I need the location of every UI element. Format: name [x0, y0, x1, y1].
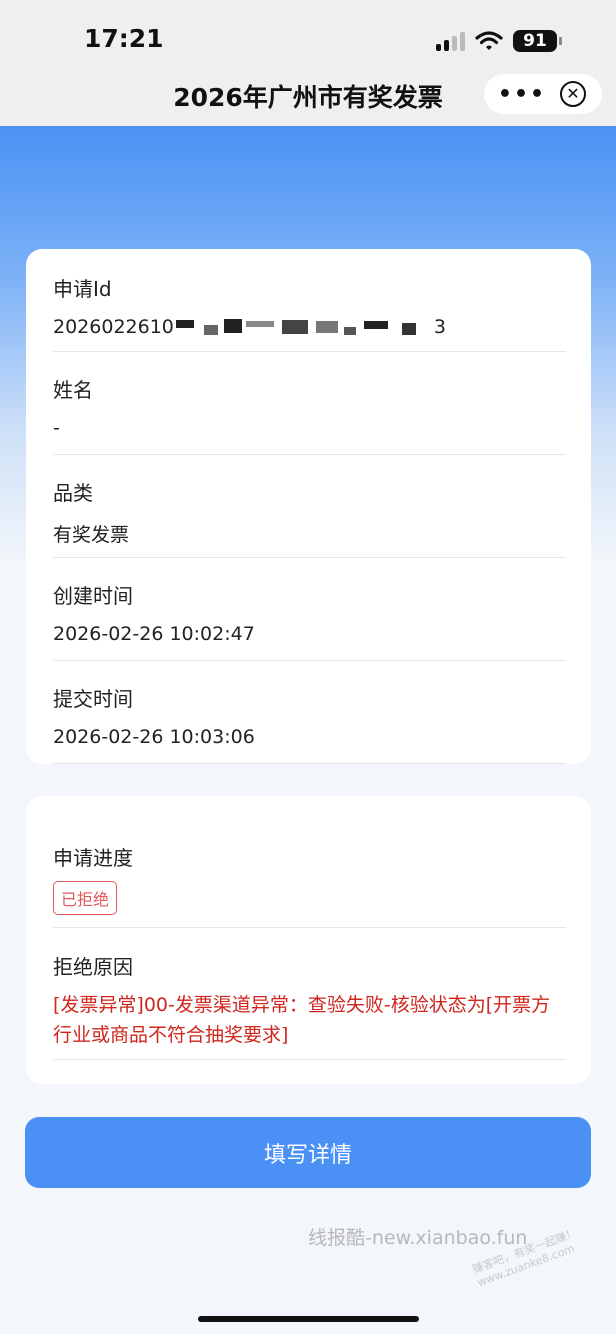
status-bar: 17:21 91: [0, 0, 616, 70]
application-id-row: 申请Id 2026022610 3: [53, 273, 566, 339]
name-value: -: [53, 417, 60, 439]
divider: [53, 454, 566, 455]
home-indicator[interactable]: [198, 1316, 419, 1322]
category-label: 品类: [53, 481, 93, 505]
created-time-value: 2026-02-26 10:02:47: [53, 623, 255, 645]
divider: [53, 351, 566, 352]
created-time-label: 创建时间: [53, 584, 133, 608]
submitted-time-value: 2026-02-26 10:03:06: [53, 726, 255, 748]
divider: [53, 763, 566, 764]
application-details-card: 申请Id 2026022610 3 姓名 - 品类 有奖发票 创建时间 2026…: [26, 249, 591, 764]
application-progress-card: 申请进度 已拒绝 拒绝原因 [发票异常]00-发票渠道异常：查验失败-核验状态为…: [26, 796, 591, 1084]
status-badge: 已拒绝: [53, 881, 118, 915]
watermark: 线报酷-new.xianbao.fun: [308, 1227, 528, 1249]
cellular-signal-icon: [436, 31, 465, 51]
application-id-suffix: 3: [433, 316, 446, 338]
divider: [53, 1059, 566, 1060]
category-value: 有奖发票: [53, 524, 130, 546]
application-id-label: 申请Id: [53, 277, 112, 301]
rejection-reason-label: 拒绝原因: [53, 955, 133, 979]
battery-icon: 91: [513, 30, 557, 52]
name-row: 姓名 -: [53, 374, 566, 439]
rejection-reason-row: 拒绝原因 [发票异常]00-发票渠道异常：查验失败-核验状态为[开票方行业或商品…: [53, 951, 566, 1050]
mini-program-capsule: ••• ✕: [484, 74, 602, 114]
wifi-icon: [475, 31, 503, 50]
name-label: 姓名: [53, 378, 93, 402]
rejection-reason-text: [发票异常]00-发票渠道异常：查验失败-核验状态为[开票方行业或商品不符合抽奖…: [53, 994, 551, 1046]
application-id-prefix: 2026022610: [53, 316, 174, 338]
progress-label: 申请进度: [53, 846, 133, 870]
submitted-time-label: 提交时间: [53, 687, 133, 711]
category-row: 品类 有奖发票: [53, 477, 566, 547]
divider: [53, 557, 566, 558]
divider: [53, 927, 566, 928]
battery-tip: [559, 37, 562, 45]
close-icon[interactable]: ✕: [560, 81, 586, 107]
more-options-icon[interactable]: •••: [484, 82, 560, 107]
submitted-time-row: 提交时间 2026-02-26 10:03:06: [53, 683, 566, 748]
divider: [53, 660, 566, 661]
clock: 17:21: [84, 24, 164, 53]
application-id-value: 2026022610 3: [53, 316, 566, 339]
fill-details-button[interactable]: 填写详情: [25, 1117, 591, 1188]
status-icons: 91: [436, 28, 562, 54]
created-time-row: 创建时间 2026-02-26 10:02:47: [53, 580, 566, 645]
redacted-mosaic: [174, 317, 434, 339]
progress-row: 申请进度 已拒绝: [53, 842, 566, 915]
navigation-bar: 2026年广州市有奖发票 ••• ✕: [0, 70, 616, 126]
